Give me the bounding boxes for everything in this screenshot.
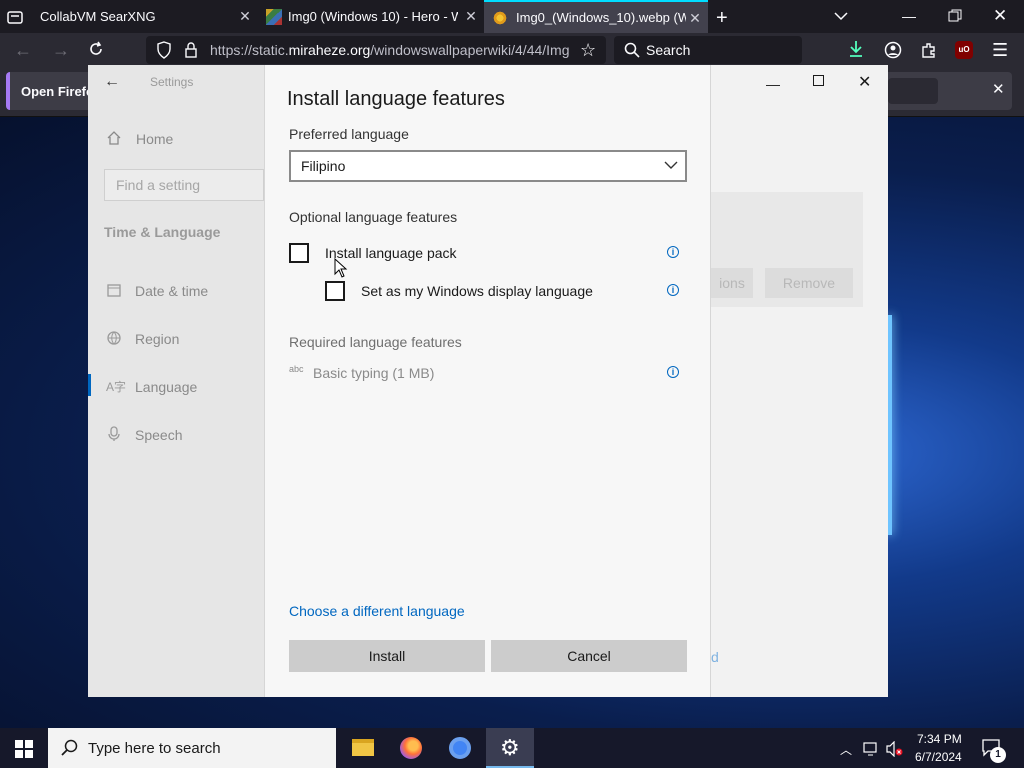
file-explorer-icon[interactable] xyxy=(338,728,386,768)
settings-minimize-icon[interactable]: — xyxy=(766,76,780,92)
info-icon[interactable]: i xyxy=(667,366,679,378)
tab-close-icon[interactable]: ✕ xyxy=(464,9,478,23)
windows-start-icon[interactable] xyxy=(15,740,33,758)
microphone-icon xyxy=(108,426,120,442)
remove-button[interactable]: Remove xyxy=(765,268,853,298)
forward-icon[interactable]: → xyxy=(52,40,70,61)
tab-img0-hero[interactable]: Img0 (Windows 10) - Hero - Wi ✕ xyxy=(258,0,484,33)
download-icon[interactable] xyxy=(848,40,864,58)
minimize-icon[interactable]: — xyxy=(902,8,916,24)
taskbar-date[interactable]: 6/7/2024 xyxy=(915,750,962,764)
notification-button[interactable] xyxy=(888,78,938,104)
sidebar-item-language[interactable]: Language xyxy=(135,379,197,395)
account-icon[interactable] xyxy=(884,41,902,59)
lock-icon[interactable] xyxy=(184,41,198,59)
globe-icon xyxy=(106,330,122,346)
tab-title: Img0_(Windows_10).webp (WEB xyxy=(516,10,686,25)
settings-content-area xyxy=(711,65,888,697)
taskbar-search-placeholder: Type here to search xyxy=(88,740,221,757)
mouse-cursor-icon xyxy=(334,258,348,278)
url-path: /windowswallpaperwiki/4/44/Img xyxy=(370,42,570,58)
options-button[interactable]: ions xyxy=(711,268,753,298)
search-box[interactable] xyxy=(614,36,802,64)
basic-typing-icon: abc xyxy=(289,364,304,374)
tab-title: Img0 (Windows 10) - Hero - Wi xyxy=(288,9,458,24)
url-domain: miraheze.org xyxy=(288,42,371,58)
background-link-fragment[interactable]: d xyxy=(711,649,719,665)
notification-text[interactable]: Open Firefo xyxy=(21,84,94,99)
preferred-language-value: Filipino xyxy=(301,158,346,174)
choose-different-language-link[interactable]: Choose a different language xyxy=(289,603,465,619)
required-features-label: Required language features xyxy=(289,334,462,350)
notification-close-icon[interactable]: ✕ xyxy=(992,80,1005,98)
basic-typing-feature: Basic typing (1 MB) xyxy=(313,365,435,381)
calendar-icon xyxy=(106,282,122,298)
sidebar-item-home[interactable]: Home xyxy=(136,131,173,147)
url-text[interactable]: https://static.miraheze.org/windowswallp… xyxy=(210,42,570,58)
chevron-down-icon xyxy=(664,160,678,170)
display-language-label[interactable]: Set as my Windows display language xyxy=(361,283,593,299)
url-prefix: https://static. xyxy=(210,42,289,58)
settings-maximize-icon[interactable] xyxy=(813,75,824,86)
chevron-up-icon[interactable]: ︿ xyxy=(840,741,852,758)
settings-taskbar-icon[interactable]: ⚙ xyxy=(486,728,534,768)
home-icon xyxy=(106,130,122,146)
preferred-language-select[interactable] xyxy=(289,150,687,182)
volume-muted-icon[interactable] xyxy=(886,741,904,757)
dialog-title: Install language features xyxy=(287,88,505,110)
tab-img0-webp[interactable]: Img0_(Windows_10).webp (WEB ✕ xyxy=(484,0,708,33)
tab-title: CollabVM SearXNG xyxy=(40,9,156,24)
settings-header: Settings xyxy=(150,75,194,89)
shield-icon[interactable] xyxy=(156,41,172,59)
settings-back-icon[interactable]: ← xyxy=(104,73,120,91)
wiki-favicon-icon xyxy=(266,8,282,25)
tab-close-icon[interactable]: ✕ xyxy=(238,9,252,23)
settings-close-icon[interactable]: ✕ xyxy=(858,72,871,92)
network-icon[interactable] xyxy=(862,741,880,757)
taskbar-time[interactable]: 7:34 PM xyxy=(917,732,962,746)
menu-icon[interactable]: ☰ xyxy=(992,40,1008,61)
search-label: Search xyxy=(646,42,691,58)
reload-icon[interactable] xyxy=(88,41,104,57)
active-indicator xyxy=(88,374,91,396)
language-icon: A字 xyxy=(106,380,127,394)
tab-collabvm-searxng[interactable]: CollabVM SearXNG ✕ xyxy=(32,0,258,33)
image-favicon-icon xyxy=(492,9,508,26)
bookmark-star-icon[interactable]: ☆ xyxy=(580,40,596,61)
find-setting-placeholder: Find a setting xyxy=(116,177,201,193)
notification-count-badge: 1 xyxy=(990,747,1006,763)
install-language-pack-checkbox[interactable] xyxy=(289,243,309,263)
chevron-down-icon[interactable] xyxy=(833,9,849,23)
sidebar-item-date-time[interactable]: Date & time xyxy=(135,283,208,299)
tab-list-icon[interactable] xyxy=(6,8,24,26)
tab-close-icon[interactable]: ✕ xyxy=(688,11,702,25)
search-icon xyxy=(624,42,640,58)
ublock-icon[interactable]: uO xyxy=(955,41,973,59)
firefox-icon[interactable] xyxy=(387,728,435,768)
extensions-icon[interactable] xyxy=(920,41,938,59)
back-icon[interactable]: ← xyxy=(14,40,32,61)
info-icon[interactable]: i xyxy=(667,284,679,296)
install-button[interactable]: Install xyxy=(289,640,485,672)
new-tab-icon[interactable]: + xyxy=(716,7,728,30)
preferred-language-label: Preferred language xyxy=(289,126,409,142)
section-title: Time & Language xyxy=(104,224,221,240)
sidebar-item-region[interactable]: Region xyxy=(135,331,179,347)
cancel-button[interactable]: Cancel xyxy=(491,640,687,672)
info-icon[interactable]: i xyxy=(667,246,679,258)
optional-features-label: Optional language features xyxy=(289,209,458,225)
window-close-icon[interactable]: ✕ xyxy=(993,6,1007,26)
chrome-icon[interactable] xyxy=(436,728,484,768)
search-icon xyxy=(60,739,78,757)
display-language-checkbox[interactable] xyxy=(325,281,345,301)
restore-icon[interactable] xyxy=(948,9,962,23)
sidebar-item-speech[interactable]: Speech xyxy=(135,427,182,443)
